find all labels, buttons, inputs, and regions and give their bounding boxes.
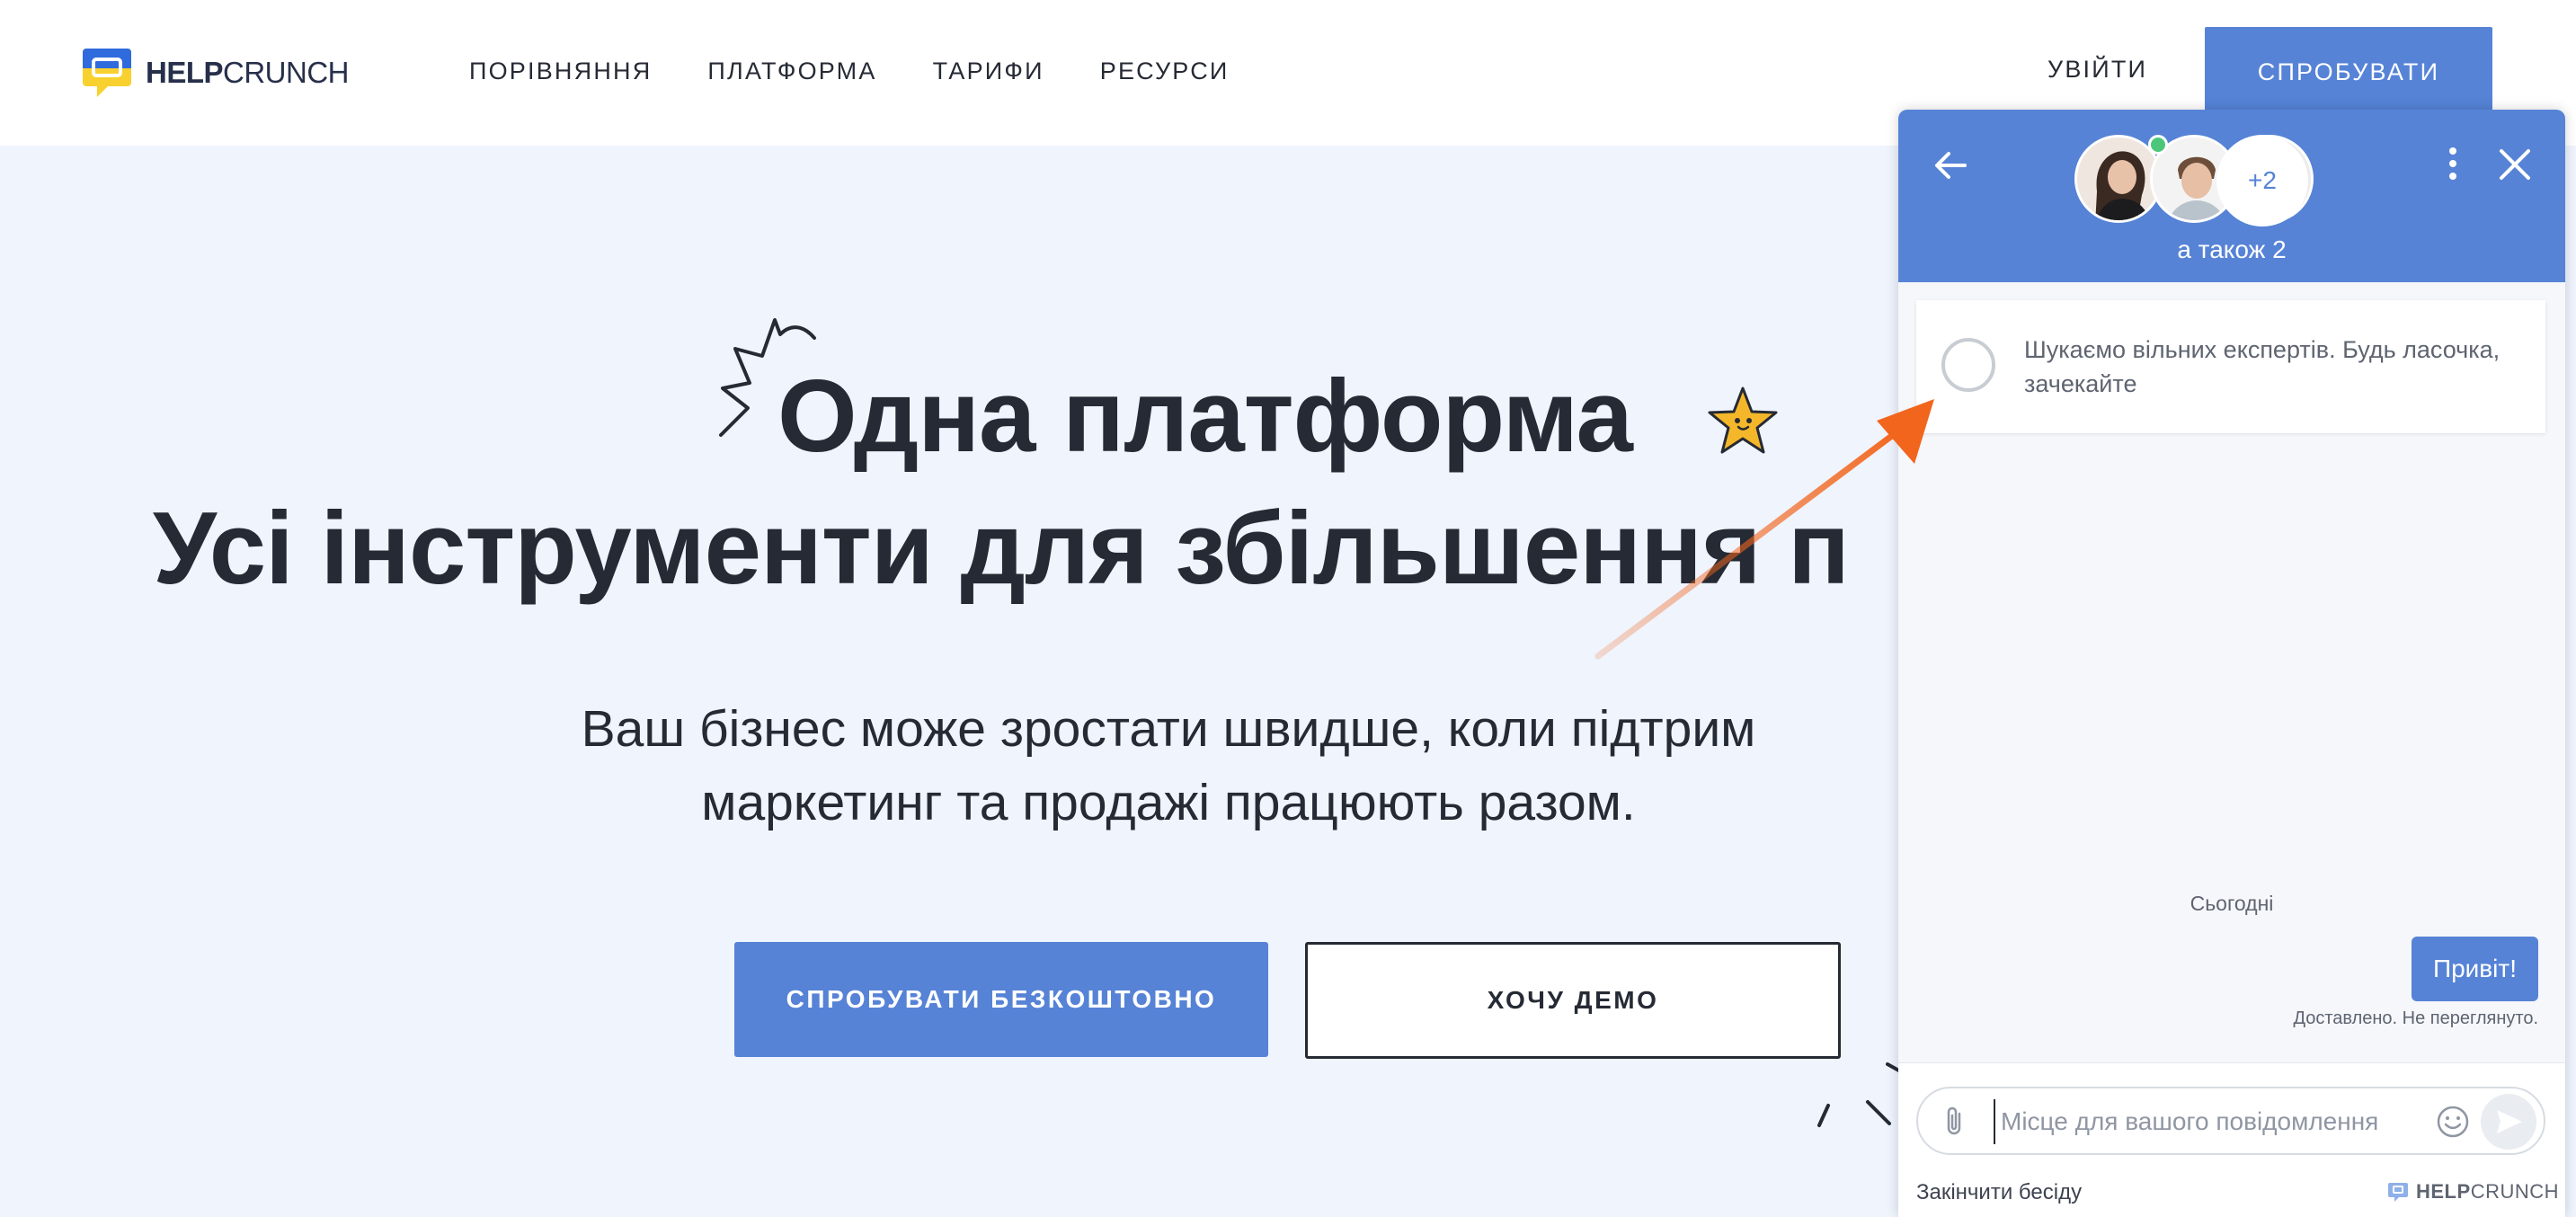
delivery-status: Доставлено. Не переглянуто. — [2293, 1008, 2538, 1028]
request-demo-button[interactable]: ХОЧУ ДЕМО — [1305, 942, 1841, 1059]
chat-widget: +2 а також 2 Шукаємо вільних експертів. … — [1898, 110, 2565, 1217]
end-chat-link[interactable]: Закінчити бесіду — [1916, 1180, 2082, 1205]
chat-header: +2 а також 2 — [1898, 110, 2565, 282]
online-status-dot — [2148, 135, 2168, 155]
also-agents-label: а також 2 — [2177, 235, 2287, 263]
more-options-icon[interactable] — [2439, 142, 2466, 189]
send-button[interactable] — [2481, 1094, 2536, 1150]
login-link[interactable]: УВІЙТИ — [2047, 56, 2147, 84]
try-button[interactable]: СПРОБУВАТИ — [2205, 27, 2492, 117]
paperclip-icon[interactable] — [1941, 1105, 1968, 1139]
hero-subtitle-line2: маркетинг та продажі працюють разом. — [701, 774, 1636, 831]
helpcrunch-logo-icon — [83, 49, 131, 97]
send-icon — [2497, 1110, 2522, 1133]
hero-headline-line1: Одна платформа — [777, 360, 1633, 474]
message-input[interactable] — [1994, 1099, 2398, 1144]
date-separator: Сьогодні — [2190, 892, 2274, 915]
nav-item-platform[interactable]: ПЛАТФОРМА — [707, 58, 876, 85]
hero-subtitle-line1: Ваш бізнес може зростати швидше, коли пі… — [581, 700, 1756, 758]
back-arrow-icon[interactable] — [1931, 146, 1970, 185]
helpcrunch-small-logo-icon — [2388, 1183, 2408, 1202]
waiting-status-text: Шукаємо вільних експертів. Будь ласочка,… — [2024, 336, 2500, 397]
logo-text: HELPCRUNCH — [146, 56, 350, 89]
try-free-button[interactable]: СПРОБУВАТИ БЕЗКОШТОВНО — [734, 942, 1268, 1057]
main-nav: ПОРІВНЯННЯ ПЛАТФОРМА ТАРИФИ РЕСУРСИ — [469, 58, 1285, 85]
nav-item-comparison[interactable]: ПОРІВНЯННЯ — [469, 58, 652, 85]
user-message-bubble: Привіт! — [2411, 937, 2538, 1001]
helpcrunch-logo[interactable]: HELPCRUNCH — [81, 45, 350, 101]
close-icon[interactable] — [2496, 146, 2534, 183]
spark-doodle-icon — [1817, 1062, 1905, 1127]
emoji-icon[interactable] — [2436, 1105, 2470, 1139]
waiting-status-card: Шукаємо вільних експертів. Будь ласочка,… — [1916, 300, 2545, 433]
annotation-arrow-icon — [1594, 399, 1934, 660]
powered-by-text: HELPCRUNCH — [2416, 1180, 2560, 1203]
hero-subtitle: Ваш бізнес може зростати швидше, коли пі… — [503, 692, 1834, 839]
composer-area: Закінчити бесіду HELPCRUNCH — [1898, 1062, 2565, 1217]
powered-by-helpcrunch[interactable]: HELPCRUNCH — [2387, 1180, 2559, 1204]
message-composer — [1916, 1087, 2545, 1155]
more-agents-badge: +2 — [2216, 135, 2308, 227]
nav-item-resources[interactable]: РЕСУРСИ — [1100, 58, 1230, 85]
nav-item-pricing[interactable]: ТАРИФИ — [933, 58, 1044, 85]
